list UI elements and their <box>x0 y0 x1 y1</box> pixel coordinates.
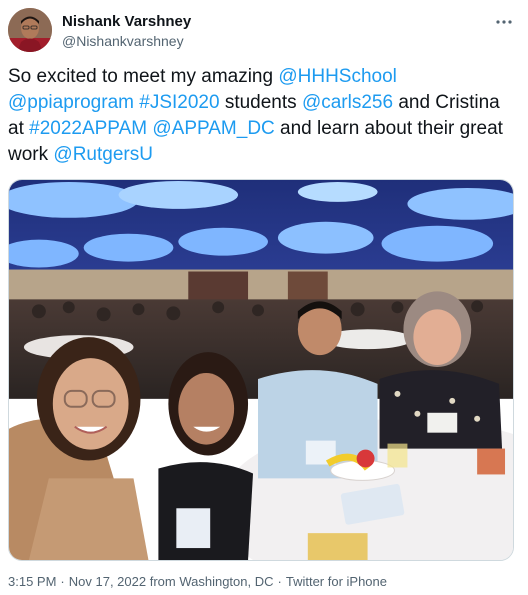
tweet-text-segment: So excited to meet my amazing <box>8 66 279 87</box>
tweet-card: Nishank Varshney @Nishankvarshney So exc… <box>0 0 528 595</box>
tweet-date[interactable]: Nov 17, 2022 from Washington, DC <box>69 574 274 589</box>
avatar[interactable] <box>8 8 52 52</box>
mention-link[interactable]: @RutgersU <box>53 144 153 165</box>
tweet-photo[interactable] <box>8 179 514 561</box>
tweet-header: Nishank Varshney @Nishankvarshney <box>8 8 520 54</box>
user-handle[interactable]: @Nishankvarshney <box>62 32 191 50</box>
group-selfie-photo <box>9 180 513 560</box>
hashtag-link[interactable]: #2022APPAM <box>29 118 147 139</box>
tweet-source[interactable]: Twitter for iPhone <box>286 574 387 589</box>
tweet-text-segment: students <box>219 92 302 113</box>
mention-link[interactable]: @HHHSchool <box>278 66 397 87</box>
mention-link[interactable]: @ppiaprogram <box>8 92 134 113</box>
meta-separator: · <box>60 574 65 589</box>
display-name[interactable]: Nishank Varshney <box>62 13 191 31</box>
meta-separator: · <box>277 574 282 589</box>
tweet-meta: 3:15 PM · Nov 17, 2022 from Washington, DC… <box>8 574 387 590</box>
more-horizontal-icon <box>496 20 512 24</box>
mention-link[interactable]: @carls256 <box>302 92 393 113</box>
mention-link[interactable]: @APPAM_DC <box>152 118 274 139</box>
tweet-text: So excited to meet my amazing @HHHSchool… <box>8 64 508 168</box>
avatar-image <box>8 8 52 52</box>
user-names: Nishank Varshney @Nishankvarshney <box>62 13 191 50</box>
tweet-time[interactable]: 3:15 PM <box>8 574 56 589</box>
more-button[interactable] <box>492 10 516 34</box>
hashtag-link[interactable]: #JSI2020 <box>139 92 219 113</box>
